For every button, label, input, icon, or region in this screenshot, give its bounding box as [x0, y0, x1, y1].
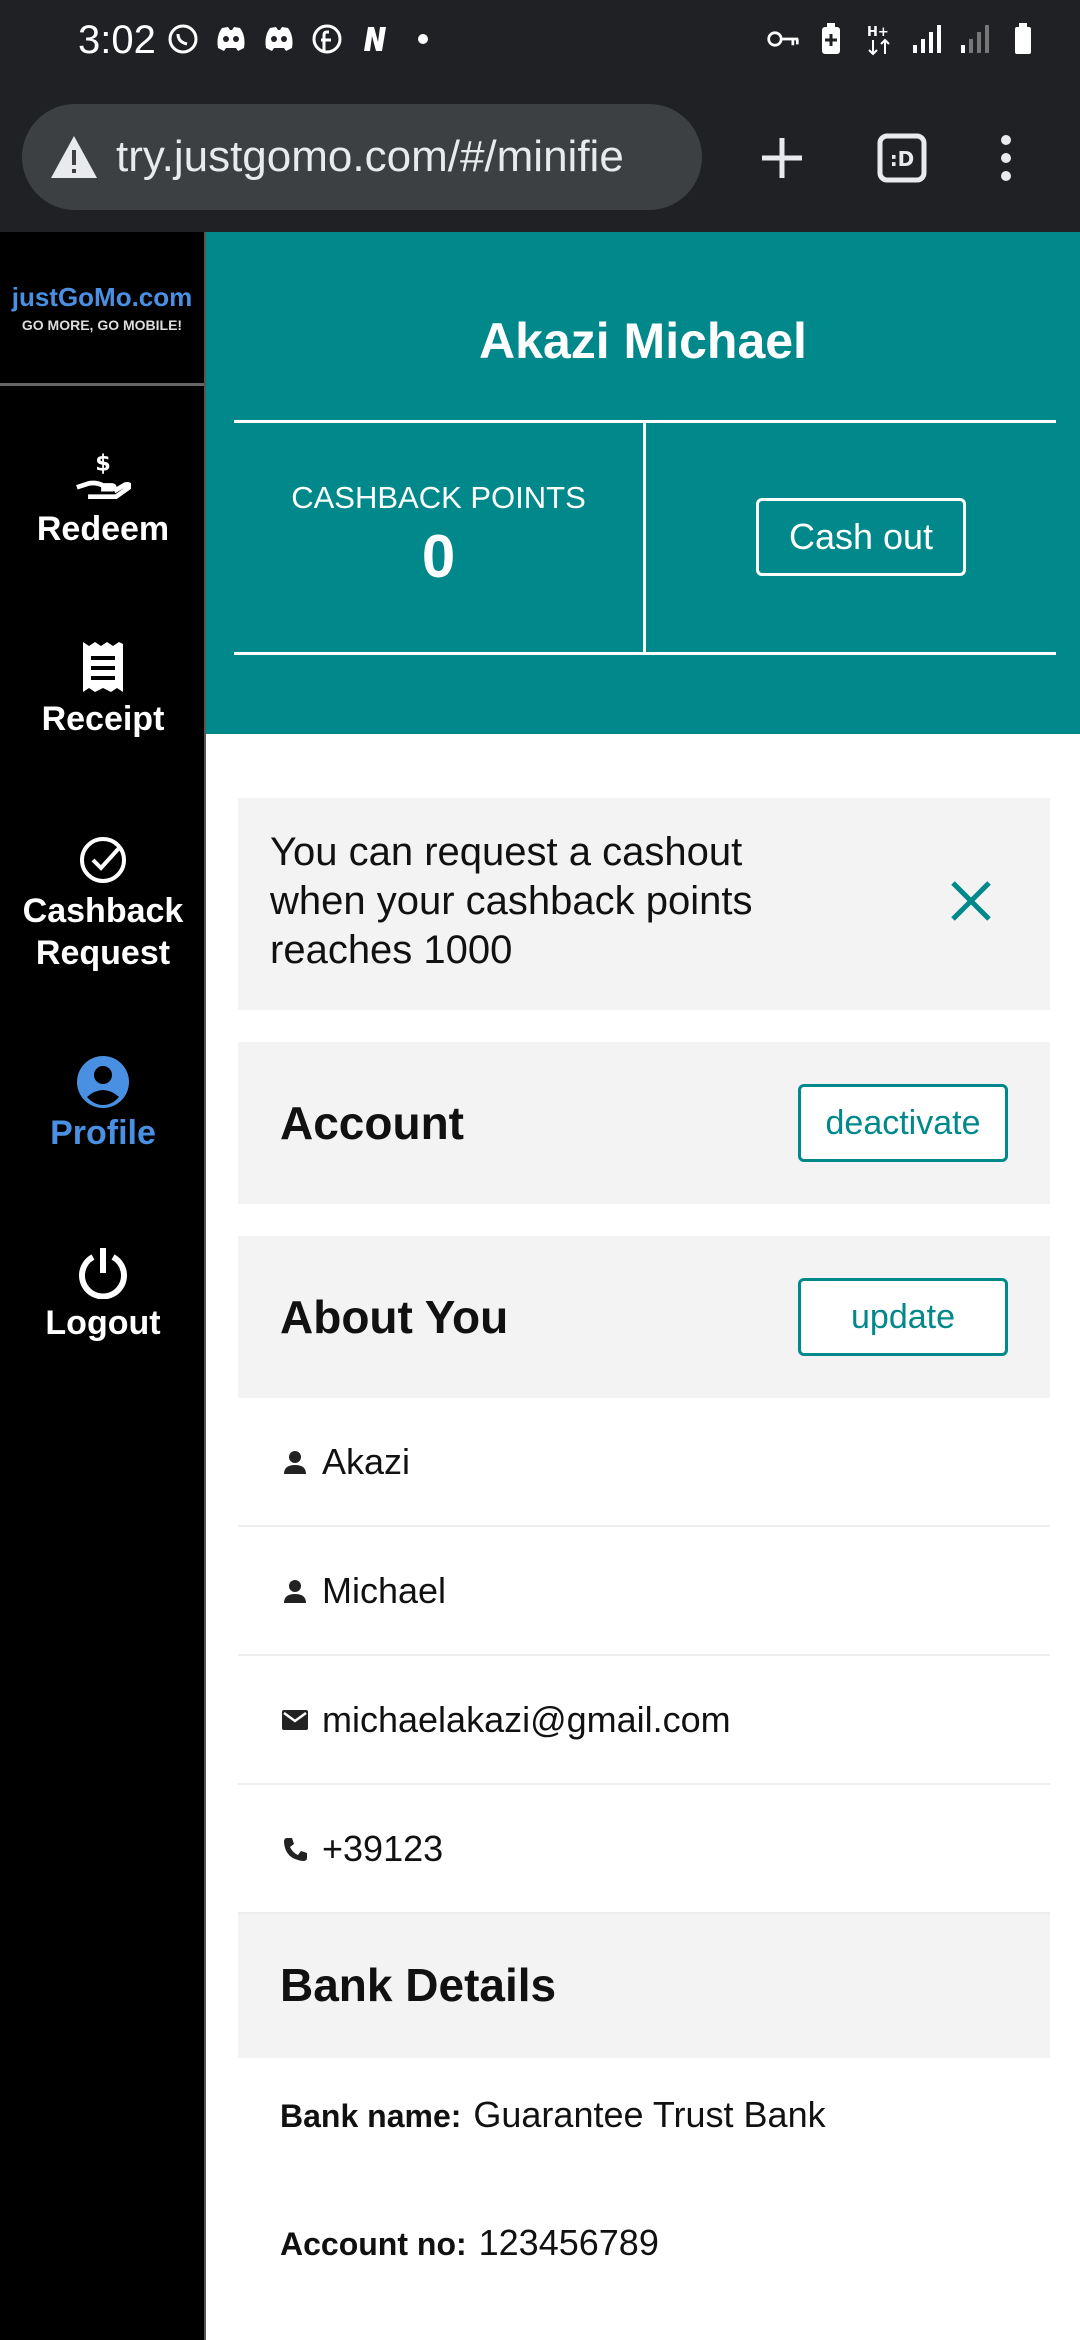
sidebar-item-redeem[interactable]: $ Redeem — [0, 450, 206, 550]
divider — [643, 420, 646, 655]
deactivate-button[interactable]: deactivate — [798, 1084, 1008, 1162]
sidebar-item-logout[interactable]: Logout — [0, 1244, 206, 1344]
bank-section: Bank Details — [238, 1914, 1050, 2058]
last-name: Michael — [322, 1569, 447, 1611]
system-icons: H+ — [766, 22, 1040, 56]
svg-text:$: $ — [95, 451, 111, 477]
bank-name-label: Bank name: — [280, 2098, 462, 2134]
logo-text: justGoMo.com — [11, 282, 193, 312]
bank-name-row: Bank name: Guarantee Trust Bank — [280, 2094, 826, 2136]
sidebar: justGoMo.com GO MORE, GO MOBILE! $ Redee… — [0, 232, 206, 2340]
phone-row: +39123 — [238, 1785, 1050, 1914]
bank-name-value: Guarantee Trust Bank — [473, 2094, 826, 2135]
whatsapp-icon — [166, 22, 200, 56]
svg-text:H+: H+ — [867, 25, 889, 40]
data-arrows-icon: H+ — [862, 22, 896, 56]
first-name-row: Akazi — [238, 1398, 1050, 1527]
bank-title: Bank Details — [280, 1959, 557, 2011]
account-no-value: 123456789 — [478, 2222, 659, 2263]
phone: +39123 — [322, 1827, 444, 1869]
account-title: Account — [280, 1097, 464, 1149]
battery-saver-icon — [814, 22, 848, 56]
person-icon — [280, 1576, 310, 1606]
cashout-notice: You can request a cashout when your cash… — [238, 798, 1050, 1010]
tab-switcher-icon[interactable]: :D — [862, 118, 942, 198]
receipt-icon — [75, 640, 131, 696]
menu-dots-icon[interactable] — [966, 118, 1046, 198]
sidebar-item-label: Logout — [45, 1304, 161, 1342]
check-circle-icon — [75, 832, 131, 888]
dot-icon — [406, 22, 440, 56]
notion-icon — [358, 22, 392, 56]
address-bar[interactable]: try.justgomo.com/#/minifie — [22, 104, 702, 210]
sidebar-item-label: Profile — [50, 1114, 156, 1152]
profile-header: Akazi Michael CASHBACK POINTS 0 Cash out — [206, 232, 1080, 734]
browser-toolbar: try.justgomo.com/#/minifie :D — [0, 84, 1080, 232]
email-row: michaelakazi@gmail.com — [238, 1656, 1050, 1785]
mail-icon — [280, 1705, 310, 1735]
url-text[interactable]: try.justgomo.com/#/minifie — [116, 132, 624, 182]
status-time: 3:02 — [78, 18, 156, 62]
sidebar-item-label: Cashback Request — [22, 892, 184, 972]
notice-text: You can request a cashout when your cash… — [270, 830, 753, 972]
facebook-icon — [310, 22, 344, 56]
hand-dollar-icon: $ — [75, 450, 131, 506]
tab-count: :D — [890, 147, 915, 171]
cash-out-button[interactable]: Cash out — [756, 498, 966, 576]
new-tab-icon[interactable] — [742, 118, 822, 198]
user-name: Akazi Michael — [479, 313, 807, 369]
phone-icon — [280, 1834, 310, 1864]
sidebar-item-label: Redeem — [36, 510, 170, 548]
person-icon — [280, 1447, 310, 1477]
account-section: Account deactivate — [238, 1042, 1050, 1204]
discord-icon — [214, 22, 248, 56]
cashback-points-label: CASHBACK POINTS — [291, 480, 586, 515]
close-icon[interactable] — [940, 870, 1002, 932]
logo-tagline: GO MORE, GO MOBILE! — [21, 317, 183, 333]
email: michaelakazi@gmail.com — [322, 1698, 731, 1740]
warning-icon[interactable] — [48, 131, 100, 183]
power-icon — [75, 1244, 131, 1300]
divider — [234, 652, 1056, 655]
account-no-row: Account no: 123456789 — [280, 2222, 659, 2264]
last-name-row: Michael — [238, 1527, 1050, 1656]
logo[interactable]: justGoMo.com GO MORE, GO MOBILE! — [0, 232, 204, 386]
sidebar-item-profile[interactable]: Profile — [0, 1054, 206, 1154]
vpn-key-icon — [766, 22, 800, 56]
first-name: Akazi — [322, 1440, 411, 1482]
about-title: About You — [280, 1291, 509, 1343]
status-bar: 3:02 H+ — [0, 0, 1080, 84]
cashback-points-value: 0 — [421, 523, 456, 590]
sidebar-item-cashback-request[interactable]: Cashback Request — [0, 832, 206, 974]
main-content: Akazi Michael CASHBACK POINTS 0 Cash out… — [206, 232, 1080, 2340]
signal-weak-icon — [958, 22, 992, 56]
update-button[interactable]: update — [798, 1278, 1008, 1356]
notification-icons — [166, 22, 440, 56]
battery-icon — [1006, 22, 1040, 56]
about-section: About You update — [238, 1236, 1050, 1398]
sidebar-item-receipt[interactable]: Receipt — [0, 640, 206, 740]
account-no-label: Account no: — [280, 2226, 467, 2262]
sidebar-item-label: Receipt — [41, 700, 165, 738]
discord-icon — [262, 22, 296, 56]
account-circle-icon — [75, 1054, 131, 1110]
signal-icon — [910, 22, 944, 56]
